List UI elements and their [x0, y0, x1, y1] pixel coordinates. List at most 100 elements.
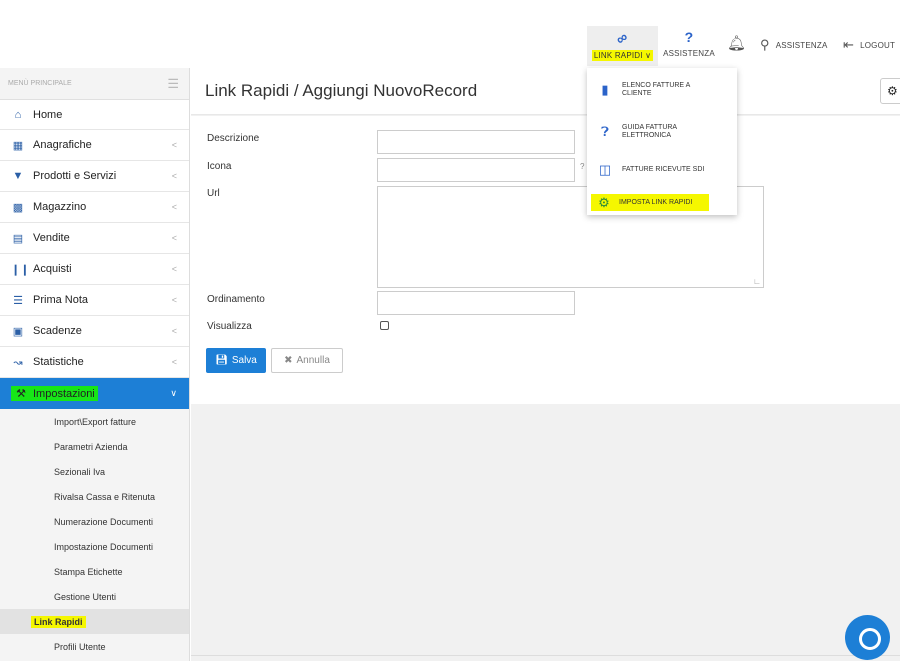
sidebar: MENÙ PRINCIPALE ☰ ⌂ Home ▦ Anagrafiche <… [0, 68, 190, 661]
dropdown-item-imposta-link-rapidi[interactable]: ⚙ IMPOSTA LINK RAPIDI [591, 194, 709, 211]
save-label: Salva [231, 355, 257, 366]
dropdown-item-label: FATTURE RICEVUTE SDI [622, 166, 705, 173]
logout-label: LOGOUT [860, 40, 896, 50]
sidebar-item-scadenze[interactable]: ▣ Scadenze < [0, 316, 189, 347]
sidebar-item-prima-nota[interactable]: ☰ Prima Nota < [0, 285, 189, 316]
sidebar-item-vendite[interactable]: ▤ Vendite < [0, 223, 189, 254]
close-icon: ✖ [284, 355, 293, 366]
submenu-item[interactable]: Gestione Utenti [0, 584, 189, 609]
bell-icon[interactable]: 🔔︎ [727, 34, 746, 52]
dropdown-item-fatture-ricevute[interactable]: ◫ FATTURE RICEVUTE SDI [587, 162, 737, 178]
chevron-left-icon: < [171, 171, 177, 181]
sidebar-item-label: Prima Nota [33, 294, 89, 306]
submenu-item[interactable]: Numerazione Documenti [0, 509, 189, 534]
gears-icon: ⚙ [598, 194, 610, 210]
cancel-button[interactable]: ✖ Annulla [271, 348, 343, 373]
descrizione-input[interactable] [377, 130, 575, 154]
wrench-icon: ⚒ [16, 388, 26, 400]
descrizione-label: Descrizione [207, 133, 260, 144]
page-title: Link Rapidi / Aggiungi NuovoRecord [205, 81, 478, 100]
assistenza-button[interactable]: ⚲ ASSISTENZA [760, 37, 828, 53]
hamburger-icon[interactable]: ☰ [167, 76, 179, 92]
link-rapidi-menu-button[interactable]: ∞ LINK RAPIDI ∨ [587, 26, 658, 66]
sidebar-item-label: Anagrafiche [33, 139, 92, 151]
sidebar-item-label: Vendite [33, 232, 70, 244]
ordinamento-input[interactable] [377, 291, 575, 315]
submenu-item-link-rapidi[interactable]: Link Rapidi [0, 609, 189, 634]
impostazioni-highlight: ⚒ Impostazioni [11, 386, 98, 401]
icona-input[interactable] [377, 158, 575, 182]
submenu-item[interactable]: Profili Utente [0, 634, 189, 659]
assistenza-help-button[interactable]: ? ASSISTENZA [663, 29, 715, 58]
link-rapidi-label: LINK RAPIDI ∨ [591, 49, 654, 61]
visualizza-label: Visualizza [207, 321, 252, 332]
truck-icon: ▩ [12, 201, 24, 214]
sidebar-item-impostazioni[interactable]: ⚒ Impostazioni ∨ [0, 378, 189, 409]
floppy-icon: 💾︎ [215, 355, 228, 366]
assistenza-help-label: ASSISTENZA [663, 49, 715, 58]
gear-icon: ⚙ [887, 84, 898, 98]
resize-handle-icon[interactable]: ∟ [753, 277, 761, 286]
chevron-left-icon: < [171, 140, 177, 150]
submenu-item[interactable]: Sezionali Iva [0, 459, 189, 484]
logout-button[interactable]: ⇤ LOGOUT [843, 37, 895, 53]
question-circle-icon: ❓︎ [601, 124, 609, 139]
sidebar-item-prodotti-servizi[interactable]: ▼ Prodotti e Servizi < [0, 161, 189, 192]
icona-label: Icona [207, 161, 232, 172]
url-label: Url [207, 188, 220, 199]
sidebar-title: MENÙ PRINCIPALE [8, 80, 72, 87]
chevron-left-icon: < [171, 295, 177, 305]
record-form: Descrizione Icona ? Url ∟ Ordinamento Vi… [191, 116, 900, 404]
chat-bubble-button[interactable] [845, 615, 890, 660]
barcode-icon: ❙❙ [11, 263, 30, 276]
basket-icon: ▤ [12, 232, 24, 245]
sidebar-item-magazzino[interactable]: ▩ Magazzino < [0, 192, 189, 223]
submenu-item[interactable]: Parametri Azienda [0, 434, 189, 459]
id-card-icon: ▦ [12, 139, 24, 152]
submenu-item-label: Link Rapidi [31, 615, 86, 628]
sidebar-item-anagrafiche[interactable]: ▦ Anagrafiche < [0, 130, 189, 161]
sidebar-item-acquisti[interactable]: ❙❙ Acquisti < [0, 254, 189, 285]
ordinamento-label: Ordinamento [207, 294, 265, 305]
page-header: Link Rapidi / Aggiungi NuovoRecord [191, 68, 900, 115]
money-icon: ▣ [12, 325, 24, 338]
sidebar-item-label: Acquisti [33, 263, 72, 275]
dropdown-item-label: IMPOSTA LINK RAPIDI [619, 198, 693, 206]
dropdown-item-elenco-fatture[interactable]: ▮ ELENCO FATTURE A CLIENTE [587, 80, 737, 100]
sidebar-item-statistiche[interactable]: ↝ Statistiche < [0, 347, 189, 378]
home-icon: ⌂ [14, 108, 22, 121]
sidebar-item-label: Prodotti e Servizi [33, 170, 117, 182]
link-icon: ∞ [612, 27, 632, 49]
cancel-label: Annulla [296, 355, 330, 366]
visualizza-checkbox[interactable] [380, 321, 389, 330]
code-file-icon: ◫ [598, 162, 612, 177]
chevron-left-icon: < [171, 233, 177, 243]
chevron-left-icon: < [171, 264, 177, 274]
sidebar-item-label: Statistiche [33, 356, 84, 368]
submenu-item[interactable]: Import\Export fatture [0, 409, 189, 434]
save-button[interactable]: 💾︎ Salva [206, 348, 266, 373]
sidebar-item-label: Home [33, 108, 63, 121]
sidebar-header: MENÙ PRINCIPALE ☰ [0, 68, 189, 100]
document-icon: ▮ [601, 82, 609, 97]
user-icon: ⚲ [760, 37, 770, 52]
submenu-item[interactable]: Impostazione Documenti [0, 534, 189, 559]
question-icon: ? [684, 29, 694, 45]
settings-button[interactable]: ⚙ [880, 78, 900, 104]
dropdown-item-guida-fattura[interactable]: ❓︎ GUIDA FATTURA ELETTRONICA [587, 122, 737, 142]
submenu-item[interactable]: Rivalsa Cassa e Ritenuta [0, 484, 189, 509]
dropdown-item-label: GUIDA FATTURA ELETTRONICA [622, 124, 677, 139]
link-rapidi-dropdown: ▮ ELENCO FATTURE A CLIENTE ❓︎ GUIDA FATT… [587, 68, 737, 215]
sidebar-item-label: Impostazioni [33, 387, 95, 400]
tags-icon: ▼ [12, 170, 24, 182]
sidebar-item-label: Magazzino [33, 201, 87, 213]
list-icon: ☰ [13, 294, 23, 307]
assistenza-label: ASSISTENZA [775, 40, 828, 50]
chevron-left-icon: < [171, 326, 177, 336]
sidebar-item-home[interactable]: ⌂ Home [0, 100, 189, 130]
top-bar: ∞ LINK RAPIDI ∨ ? ASSISTENZA 🔔︎ ⚲ ASSIST… [0, 0, 900, 68]
icona-help-icon[interactable]: ? [580, 162, 584, 171]
submenu-item[interactable]: Stampa Etichette [0, 559, 189, 584]
chart-line-icon: ↝ [13, 356, 23, 369]
chevron-down-icon: ∨ [170, 388, 177, 398]
